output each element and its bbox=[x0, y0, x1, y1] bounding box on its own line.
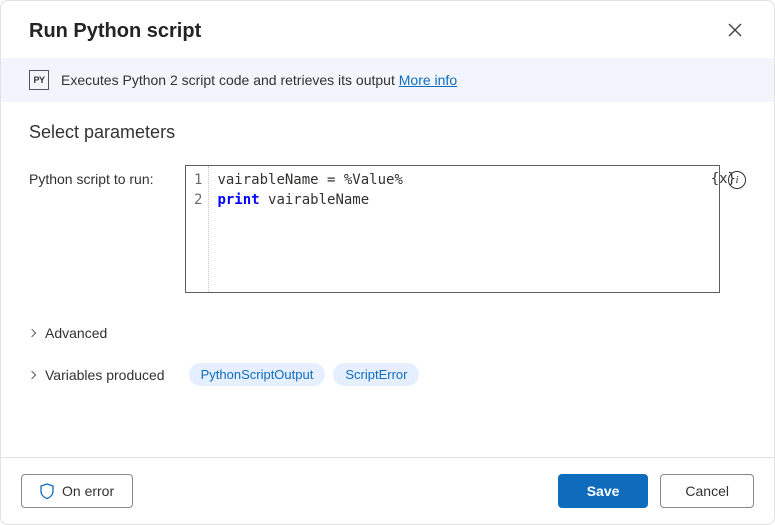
line-number: 1 bbox=[194, 170, 202, 190]
dialog-title: Run Python script bbox=[29, 20, 201, 43]
dialog-run-python-script: Run Python script PY Executes Python 2 s… bbox=[0, 0, 775, 525]
info-bar: PY Executes Python 2 script code and ret… bbox=[1, 58, 774, 102]
dialog-footer: On error Save Cancel bbox=[1, 457, 774, 524]
python-icon: PY bbox=[29, 70, 49, 90]
variables-produced-toggle[interactable]: Variables produced PythonScriptOutput Sc… bbox=[29, 357, 746, 392]
field-python-script: Python script to run: 1 2 vairableName =… bbox=[29, 165, 746, 293]
close-button[interactable] bbox=[724, 19, 746, 44]
on-error-button[interactable]: On error bbox=[21, 474, 133, 508]
code-editor[interactable]: 1 2 vairableName = %Value%print vairable… bbox=[185, 165, 720, 293]
variables-produced-label: Variables produced bbox=[45, 367, 165, 383]
field-label: Python script to run: bbox=[29, 165, 169, 187]
editor-wrap: 1 2 vairableName = %Value%print vairable… bbox=[185, 165, 746, 293]
code-line: print vairableName bbox=[217, 190, 402, 210]
variable-chip[interactable]: ScriptError bbox=[333, 363, 419, 386]
save-label: Save bbox=[587, 483, 620, 499]
editor-code[interactable]: vairableName = %Value%print vairableName bbox=[209, 166, 410, 292]
dialog-header: Run Python script bbox=[1, 1, 774, 58]
dialog-body: Select parameters Python script to run: … bbox=[1, 102, 774, 457]
variable-chip[interactable]: PythonScriptOutput bbox=[189, 363, 326, 386]
cancel-button[interactable]: Cancel bbox=[660, 474, 754, 508]
shield-icon bbox=[40, 483, 54, 499]
chevron-right-icon bbox=[28, 329, 36, 337]
save-button[interactable]: Save bbox=[558, 474, 649, 508]
code-line: vairableName = %Value% bbox=[217, 170, 402, 190]
advanced-section-toggle[interactable]: Advanced bbox=[29, 319, 746, 347]
cancel-label: Cancel bbox=[685, 483, 729, 499]
line-number: 2 bbox=[194, 190, 202, 210]
insert-variable-button[interactable]: {x} bbox=[711, 171, 720, 187]
info-bar-description: Executes Python 2 script code and retrie… bbox=[61, 72, 395, 88]
info-bar-text: Executes Python 2 script code and retrie… bbox=[61, 72, 457, 88]
advanced-label: Advanced bbox=[45, 325, 107, 341]
on-error-label: On error bbox=[62, 483, 114, 499]
section-heading: Select parameters bbox=[29, 122, 746, 143]
chevron-right-icon bbox=[28, 370, 36, 378]
editor-gutter: 1 2 bbox=[186, 166, 209, 292]
more-info-link[interactable]: More info bbox=[399, 72, 457, 88]
close-icon bbox=[728, 23, 742, 37]
